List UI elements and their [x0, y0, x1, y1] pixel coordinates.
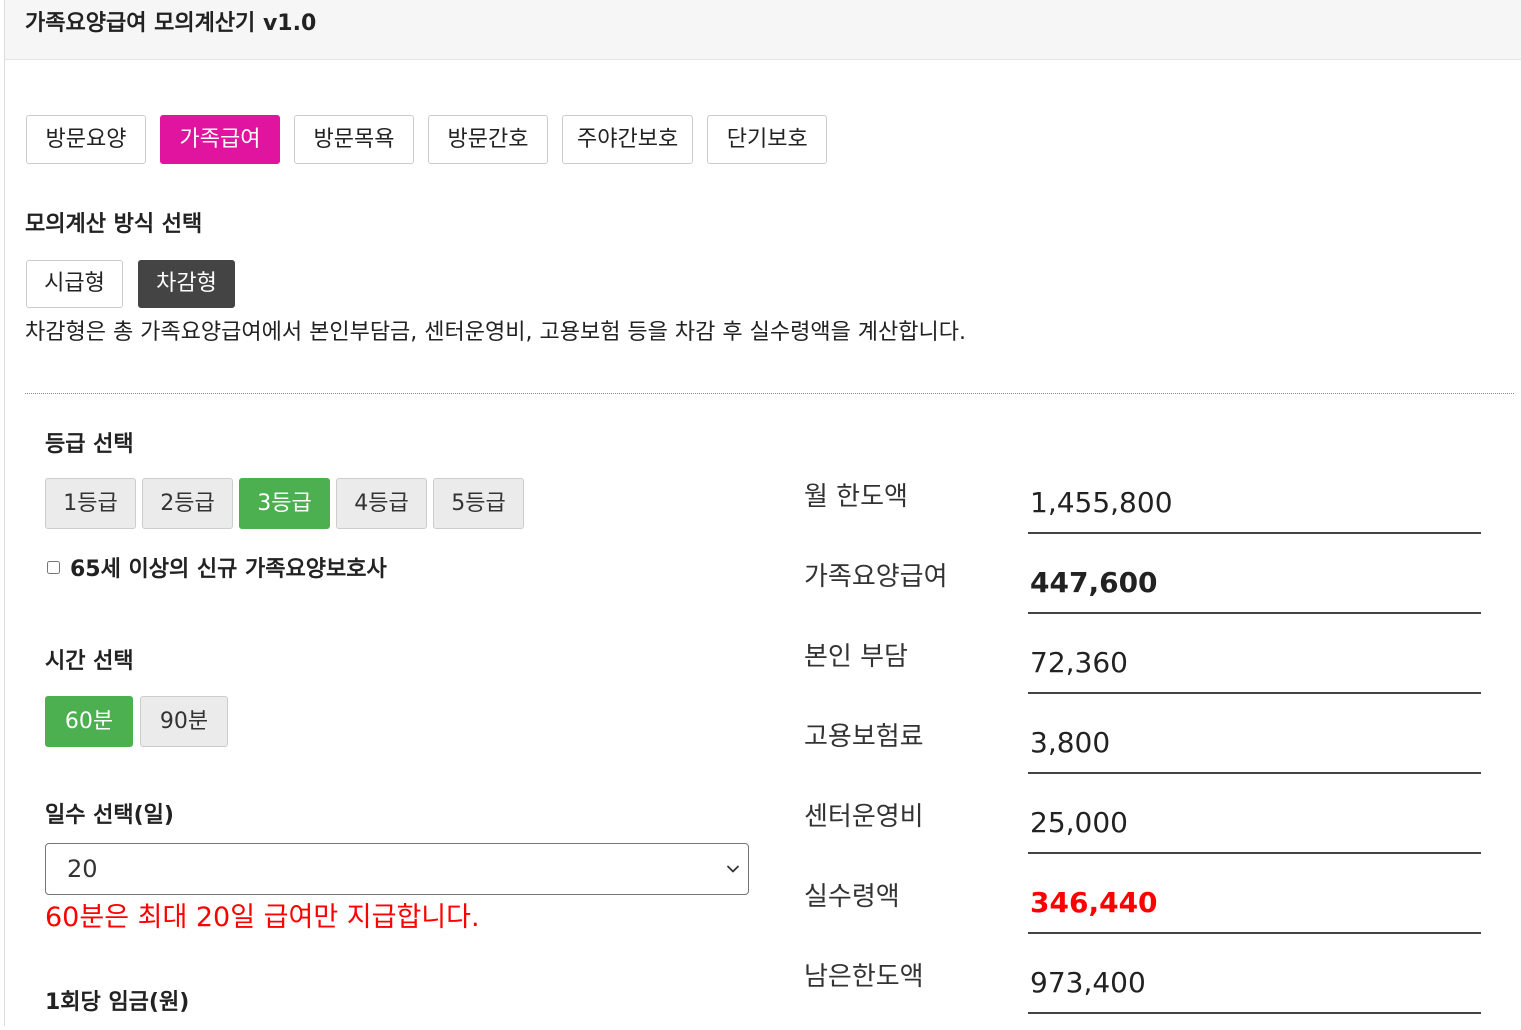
tab-day-night-care[interactable]: 주야간보호	[562, 115, 694, 164]
method-heading: 모의계산 방식 선택	[25, 212, 203, 237]
days-select-value: 20	[67, 855, 98, 883]
result-value: 973,400	[1028, 950, 1481, 1014]
result-label: 남은한도액	[804, 962, 924, 992]
result-family-care-benefit: 가족요양급여 447,600	[804, 550, 1481, 630]
result-value: 3,800	[1028, 710, 1481, 774]
new-caregiver-checkbox[interactable]	[47, 560, 60, 574]
method-options: 시급형 차감형	[26, 260, 235, 308]
days-heading: 일수 선택(일)	[45, 803, 174, 828]
result-value: 25,000	[1028, 790, 1481, 854]
result-label: 가족요양급여	[804, 562, 948, 592]
results-panel: 월 한도액 1,455,800 가족요양급여 447,600 본인 부담 72,…	[804, 470, 1481, 1030]
time-60-button[interactable]: 60분	[45, 696, 133, 747]
grade-3-button[interactable]: 3등급	[239, 478, 330, 529]
time-options: 60분 90분	[45, 696, 228, 747]
result-copayment: 본인 부담 72,360	[804, 630, 1481, 710]
result-value: 447,600	[1028, 550, 1481, 614]
grade-options: 1등급 2등급 3등급 4등급 5등급	[45, 478, 524, 529]
app-header: 가족요양급여 모의계산기 v1.0	[5, 0, 1521, 60]
grade-heading: 등급 선택	[45, 432, 134, 457]
result-center-fee: 센터운영비 25,000	[804, 790, 1481, 870]
result-employment-insurance: 고용보험료 3,800	[804, 710, 1481, 790]
tab-short-term-care[interactable]: 단기보호	[707, 115, 828, 164]
grade-2-button[interactable]: 2등급	[142, 478, 233, 529]
days-warning: 60분은 최대 20일 급여만 지급합니다.	[45, 902, 480, 933]
section-divider	[25, 393, 1514, 394]
result-value: 346,440	[1028, 870, 1481, 934]
chevron-down-icon	[727, 865, 739, 873]
new-caregiver-label[interactable]: 65세 이상의 신규 가족요양보호사	[70, 555, 387, 585]
method-hourly-button[interactable]: 시급형	[26, 260, 123, 308]
result-remaining-limit: 남은한도액 973,400	[804, 950, 1481, 1030]
result-net-pay: 실수령액 346,440	[804, 870, 1481, 950]
result-label: 고용보험료	[804, 722, 924, 752]
days-select[interactable]: 20	[45, 843, 749, 895]
result-label: 월 한도액	[804, 482, 908, 512]
method-description: 차감형은 총 가족요양급여에서 본인부담금, 센터운영비, 고용보험 등을 차감…	[25, 320, 966, 345]
tab-family-care[interactable]: 가족급여	[160, 115, 280, 164]
time-heading: 시간 선택	[45, 649, 134, 674]
result-label: 본인 부담	[804, 642, 908, 672]
result-value: 1,455,800	[1028, 470, 1481, 534]
grade-4-button[interactable]: 4등급	[336, 478, 427, 529]
result-monthly-limit: 월 한도액 1,455,800	[804, 470, 1481, 550]
result-label: 센터운영비	[804, 802, 924, 832]
tab-home-care[interactable]: 방문요양	[26, 115, 146, 164]
result-value: 72,360	[1028, 630, 1481, 694]
app-title: 가족요양급여 모의계산기 v1.0	[25, 11, 317, 36]
time-90-button[interactable]: 90분	[140, 696, 228, 747]
method-deduction-button[interactable]: 차감형	[138, 260, 235, 308]
wage-heading: 1회당 임금(원)	[45, 990, 190, 1015]
grade-1-button[interactable]: 1등급	[45, 478, 136, 529]
service-tabs: 방문요양 가족급여 방문목욕 방문간호 주야간보호 단기보호	[26, 115, 828, 164]
result-label: 실수령액	[804, 882, 900, 912]
tab-home-bathing[interactable]: 방문목욕	[294, 115, 414, 164]
tab-home-nursing[interactable]: 방문간호	[428, 115, 548, 164]
new-caregiver-row: 65세 이상의 신규 가족요양보호사	[45, 555, 387, 585]
grade-5-button[interactable]: 5등급	[433, 478, 524, 529]
